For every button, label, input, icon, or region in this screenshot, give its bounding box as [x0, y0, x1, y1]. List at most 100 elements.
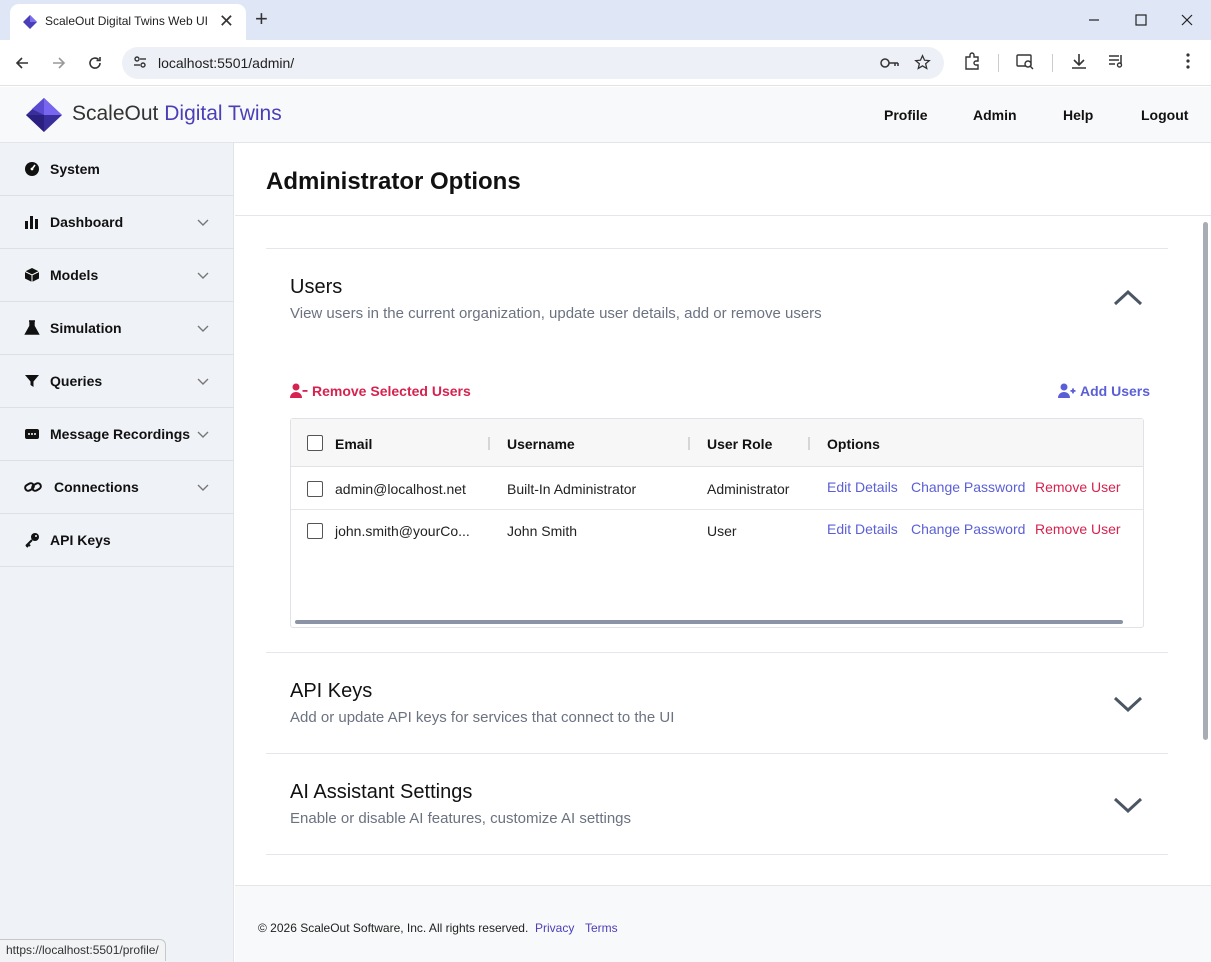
chevron-up-icon[interactable] — [1113, 289, 1143, 307]
scaleout-logo-icon — [26, 98, 62, 132]
key-icon — [25, 533, 39, 548]
divider — [266, 854, 1168, 855]
privacy-link[interactable]: Privacy — [535, 921, 574, 935]
page-title: Administrator Options — [266, 168, 521, 195]
extensions-icon[interactable] — [963, 52, 981, 70]
nav-admin-link[interactable]: Admin — [973, 107, 1017, 123]
back-arrow-icon[interactable] — [14, 55, 30, 71]
sidebar-item-connections[interactable]: Connections — [0, 461, 234, 514]
link-icon — [24, 482, 42, 492]
column-header-options: Options — [827, 436, 880, 452]
browser-tab[interactable]: ScaleOut Digital Twins Web UI ✕ — [10, 4, 246, 40]
chevron-down-icon[interactable] — [1113, 796, 1143, 814]
minimize-icon[interactable] — [1088, 14, 1100, 26]
user-email: admin@localhost.net — [335, 481, 466, 497]
column-divider[interactable] — [488, 437, 490, 450]
chevron-down-icon — [197, 378, 209, 385]
brand-main: ScaleOut — [72, 102, 159, 125]
filter-icon — [25, 375, 39, 387]
sidebar-item-label: System — [50, 161, 100, 177]
browser-toolbar: localhost:5501/admin/ — [0, 40, 1211, 86]
add-users-button[interactable]: Add Users — [1058, 383, 1150, 399]
section-description-users: View users in the current organization, … — [290, 305, 822, 322]
url-text: localhost:5501/admin/ — [158, 55, 295, 71]
user-email: john.smith@yourCo... — [335, 523, 470, 539]
status-bar-url: https://localhost:5501/profile/ — [0, 939, 166, 961]
remove-user-link[interactable]: Remove User — [1035, 521, 1121, 537]
column-header-user-role[interactable]: User Role — [707, 436, 772, 452]
sidebar-item-label: Message Recordings — [50, 426, 191, 442]
chevron-down-icon — [197, 219, 209, 226]
gauge-icon — [25, 162, 39, 176]
toolbar-divider — [998, 54, 999, 72]
column-divider[interactable] — [688, 437, 690, 450]
divider — [266, 248, 1168, 249]
chevron-down-icon — [197, 325, 209, 332]
address-bar[interactable]: localhost:5501/admin/ — [122, 47, 944, 79]
table-header: Email Username User Role Options — [291, 419, 1143, 467]
chevron-down-icon[interactable] — [1113, 695, 1143, 713]
remove-user-link[interactable]: Remove User — [1035, 479, 1121, 495]
browser-titlebar: ScaleOut Digital Twins Web UI ✕ + — [0, 0, 1211, 40]
more-menu-icon[interactable] — [1180, 52, 1196, 70]
edit-details-link[interactable]: Edit Details — [827, 479, 898, 495]
user-role: Administrator — [707, 481, 790, 497]
column-divider[interactable] — [808, 437, 810, 450]
sidebar-item-models[interactable]: Models — [0, 249, 234, 302]
sidebar-item-simulation[interactable]: Simulation — [0, 302, 234, 355]
tab-title: ScaleOut Digital Twins Web UI — [45, 14, 208, 28]
flask-icon — [24, 320, 40, 335]
row-checkbox[interactable] — [307, 481, 323, 497]
chevron-down-icon — [197, 272, 209, 279]
new-tab-button[interactable]: + — [255, 7, 268, 31]
change-password-link[interactable]: Change Password — [911, 521, 1025, 537]
nav-profile-link[interactable]: Profile — [884, 107, 928, 123]
sidebar-item-queries[interactable]: Queries — [0, 355, 234, 408]
nav-help-link[interactable]: Help — [1063, 107, 1093, 123]
sidebar-item-api-keys[interactable]: API Keys — [0, 514, 234, 567]
main-content: Administrator Options Users View users i… — [235, 143, 1211, 962]
password-key-icon[interactable] — [880, 56, 900, 70]
user-role: User — [707, 523, 737, 539]
media-control-icon[interactable] — [1107, 52, 1125, 70]
tab-close-icon[interactable]: ✕ — [219, 11, 234, 31]
reload-icon[interactable] — [87, 55, 103, 71]
bar-chart-icon — [25, 216, 38, 229]
nav-logout-link[interactable]: Logout — [1141, 107, 1188, 123]
chevron-down-icon — [197, 484, 209, 491]
site-info-icon[interactable] — [132, 54, 148, 70]
sidebar-item-label: Models — [50, 267, 99, 283]
row-checkbox[interactable] — [307, 523, 323, 539]
section-description-ai-assistant-settings: Enable or disable AI features, customize… — [290, 810, 632, 827]
remove-selected-users-label: Remove Selected Users — [312, 383, 471, 399]
download-icon[interactable] — [1070, 52, 1088, 70]
edit-details-link[interactable]: Edit Details — [827, 521, 898, 537]
change-password-link[interactable]: Change Password — [911, 479, 1025, 495]
brand-name[interactable]: ScaleOut Digital Twins — [72, 102, 282, 126]
window-close-icon[interactable] — [1181, 14, 1193, 26]
cube-icon — [24, 268, 40, 282]
section-title-ai-assistant-settings[interactable]: AI Assistant Settings — [290, 781, 472, 804]
sidebar-item-message-recordings[interactable]: Message Recordings — [0, 408, 234, 461]
app-header: ScaleOut Digital Twins Profile Admin Hel… — [0, 87, 1211, 143]
sidebar-item-dashboard[interactable]: Dashboard — [0, 196, 234, 249]
scrollbar-thumb[interactable] — [1203, 222, 1208, 740]
terms-link[interactable]: Terms — [585, 921, 618, 935]
section-title-api-keys[interactable]: API Keys — [290, 680, 372, 703]
user-username: Built-In Administrator — [507, 481, 637, 497]
app-favicon-icon — [23, 15, 37, 29]
horizontal-scrollbar[interactable] — [295, 620, 1123, 624]
media-search-icon[interactable] — [1016, 52, 1034, 70]
divider — [235, 215, 1211, 216]
forward-arrow-icon[interactable] — [51, 55, 67, 71]
column-header-email[interactable]: Email — [335, 436, 372, 452]
column-header-username[interactable]: Username — [507, 436, 575, 452]
sidebar-item-system[interactable]: System — [0, 143, 234, 196]
sidebar-item-label: Connections — [54, 479, 139, 495]
vertical-scrollbar[interactable] — [1200, 216, 1210, 888]
section-title-users[interactable]: Users — [290, 276, 342, 299]
select-all-checkbox[interactable] — [307, 435, 323, 451]
bookmark-star-icon[interactable] — [914, 54, 931, 71]
maximize-icon[interactable] — [1135, 14, 1147, 26]
remove-selected-users-button[interactable]: Remove Selected Users — [290, 383, 471, 399]
